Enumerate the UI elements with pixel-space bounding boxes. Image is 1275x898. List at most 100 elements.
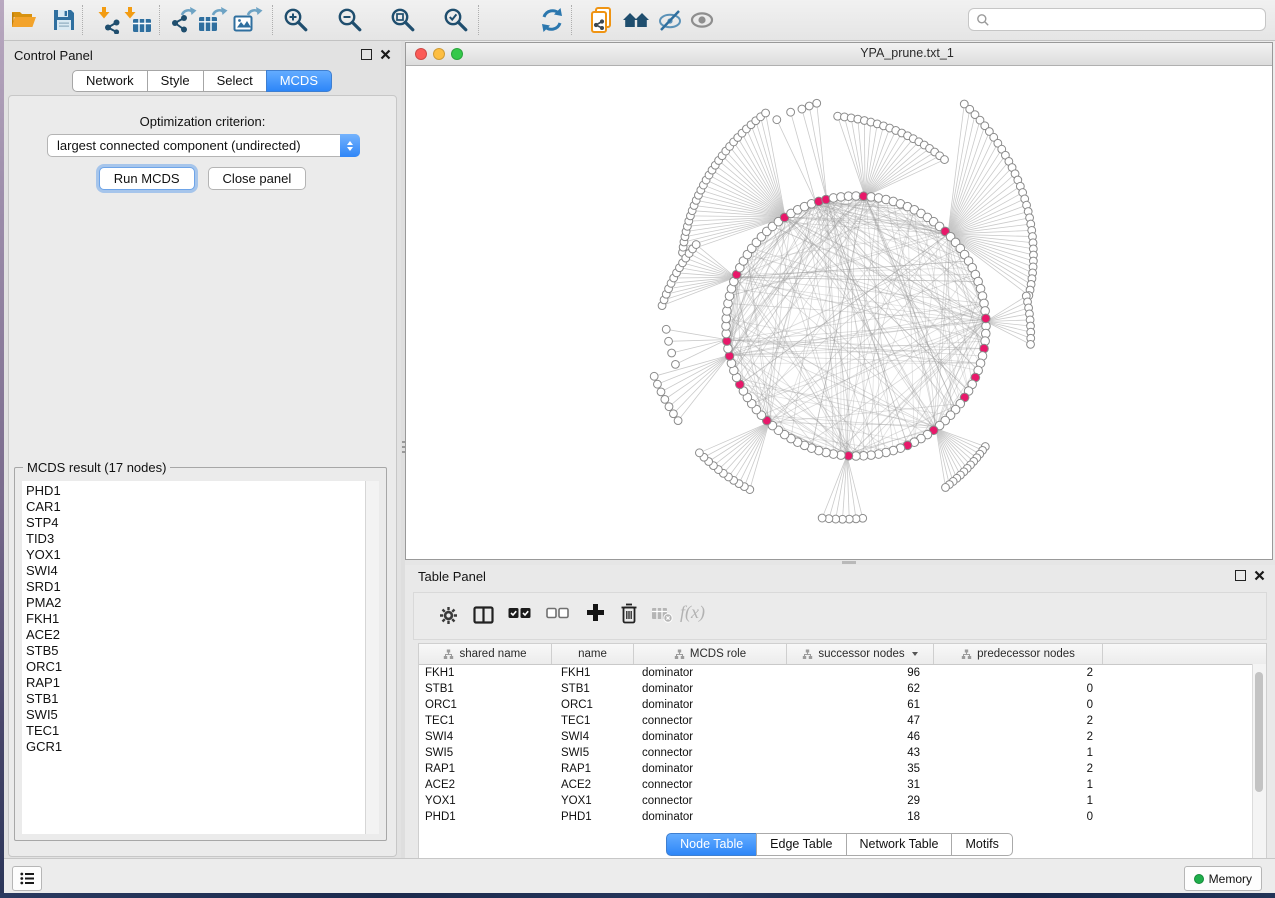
table-cell: 46 — [787, 731, 934, 743]
deselect-all-icon[interactable] — [546, 606, 569, 620]
table-cell: FKH1 — [552, 667, 634, 679]
column-header-name[interactable]: name — [552, 644, 634, 664]
table-scrollbar-thumb[interactable] — [1255, 672, 1263, 792]
result-node-item[interactable]: SRD1 — [22, 579, 379, 595]
table-row[interactable]: ORC1ORC1dominator610 — [419, 697, 1266, 713]
column-header-MCDS-role[interactable]: MCDS role — [634, 644, 787, 664]
result-node-item[interactable]: GCR1 — [22, 739, 379, 755]
table-cell: SWI4 — [552, 731, 634, 743]
control-panel-tabs: NetworkStyleSelectMCDS — [4, 70, 401, 92]
table-row[interactable]: STB1STB1dominator620 — [419, 681, 1266, 697]
result-node-item[interactable]: RAP1 — [22, 675, 379, 691]
close-panel-button[interactable]: Close panel — [208, 167, 307, 190]
table-cell: connector — [634, 795, 787, 807]
result-node-item[interactable]: ORC1 — [22, 659, 379, 675]
zoom-out-icon[interactable] — [336, 6, 364, 34]
node-table-header: shared namenameMCDS rolesuccessor nodes p… — [419, 644, 1266, 665]
table-cell: PHD1 — [552, 811, 634, 823]
zoom-selected-icon[interactable] — [442, 6, 470, 34]
result-node-item[interactable]: FKH1 — [22, 611, 379, 627]
column-header-shared-name[interactable]: shared name — [419, 644, 552, 664]
toolbar-separator — [571, 5, 572, 35]
share-document-icon[interactable] — [588, 6, 616, 34]
table-tab-edge-table[interactable]: Edge Table — [756, 833, 846, 856]
table-tab-motifs[interactable]: Motifs — [951, 833, 1012, 856]
home-icon[interactable] — [622, 6, 650, 34]
close-panel-icon[interactable] — [1254, 570, 1265, 581]
result-node-item[interactable]: TID3 — [22, 531, 379, 547]
table-row[interactable]: PHD1PHD1dominator180 — [419, 809, 1266, 825]
result-node-item[interactable]: PHD1 — [22, 483, 379, 499]
console-button[interactable] — [12, 866, 42, 891]
table-row[interactable]: TEC1TEC1connector472 — [419, 713, 1266, 729]
table-toolbar: f(x) — [413, 592, 1267, 640]
result-node-item[interactable]: STB1 — [22, 691, 379, 707]
result-node-item[interactable]: YOX1 — [22, 547, 379, 563]
control-tab-network[interactable]: Network — [72, 70, 148, 92]
result-node-item[interactable]: PMA2 — [22, 595, 379, 611]
sort-arrow-icon — [912, 652, 918, 656]
table-row[interactable]: FKH1FKH1dominator962 — [419, 665, 1266, 681]
table-cell: SWI5 — [419, 747, 552, 759]
table-cell: dominator — [634, 763, 787, 775]
column-label: predecessor nodes — [977, 648, 1075, 660]
memory-button[interactable]: Memory — [1184, 866, 1262, 891]
open-session-icon[interactable] — [10, 6, 38, 34]
result-node-item[interactable]: ACE2 — [22, 627, 379, 643]
memory-label: Memory — [1209, 872, 1252, 886]
result-node-item[interactable]: STP4 — [22, 515, 379, 531]
control-tab-select[interactable]: Select — [203, 70, 267, 92]
export-image-icon[interactable] — [232, 6, 264, 34]
result-node-item[interactable]: STB5 — [22, 643, 379, 659]
hide-graphics-details-icon[interactable] — [656, 6, 684, 34]
table-row[interactable]: SWI4SWI4dominator462 — [419, 729, 1266, 745]
criterion-dropdown[interactable]: largest connected component (undirected) — [47, 134, 360, 157]
zoom-in-icon[interactable] — [282, 6, 310, 34]
show-columns-icon[interactable] — [473, 606, 494, 624]
run-mcds-button[interactable]: Run MCDS — [99, 167, 195, 190]
result-node-item[interactable]: SWI5 — [22, 707, 379, 723]
refresh-icon[interactable] — [538, 6, 566, 34]
mcds-result-list[interactable]: PHD1CAR1STP4TID3YOX1SWI4SRD1PMA2FKH1ACE2… — [22, 481, 379, 834]
result-node-item[interactable]: TEC1 — [22, 723, 379, 739]
table-row[interactable]: YOX1YOX1connector291 — [419, 793, 1266, 809]
result-node-item[interactable]: SWI4 — [22, 563, 379, 579]
delete-column-icon[interactable] — [620, 603, 638, 624]
export-table-icon[interactable] — [197, 6, 229, 34]
search-input[interactable] — [990, 12, 1258, 28]
float-panel-icon[interactable] — [1235, 570, 1246, 581]
table-row[interactable]: RAP1RAP1dominator352 — [419, 761, 1266, 777]
network-view-window: YPA_prune.txt_1 — [405, 42, 1273, 560]
save-session-icon[interactable] — [50, 6, 78, 34]
table-cell: 47 — [787, 715, 934, 727]
mcds-result-title: MCDS result (17 nodes) — [23, 460, 170, 475]
close-panel-icon[interactable] — [380, 49, 391, 60]
search-box[interactable] — [968, 8, 1266, 31]
table-cell: 1 — [934, 747, 1103, 759]
float-panel-icon[interactable] — [361, 49, 372, 60]
select-all-icon[interactable] — [508, 606, 531, 620]
column-tree-icon — [961, 649, 972, 660]
column-tree-icon — [674, 649, 685, 660]
column-header-predecessor-nodes[interactable]: predecessor nodes — [934, 644, 1103, 664]
show-graphics-details-icon[interactable] — [688, 6, 716, 34]
network-canvas[interactable] — [406, 65, 1272, 559]
zoom-fit-icon[interactable] — [389, 6, 417, 34]
network-window-titlebar[interactable]: YPA_prune.txt_1 — [406, 43, 1272, 66]
result-list-scrollbar[interactable] — [365, 481, 379, 834]
table-tab-network-table[interactable]: Network Table — [846, 833, 953, 856]
export-network-icon[interactable] — [169, 6, 197, 34]
column-header-successor-nodes[interactable]: successor nodes — [787, 644, 934, 664]
table-row[interactable]: SWI5SWI5connector431 — [419, 745, 1266, 761]
table-row[interactable]: ACE2ACE2connector311 — [419, 777, 1266, 793]
control-tab-style[interactable]: Style — [147, 70, 204, 92]
table-tab-node-table[interactable]: Node Table — [666, 833, 757, 856]
result-node-item[interactable]: CAR1 — [22, 499, 379, 515]
import-table-icon[interactable] — [122, 6, 154, 34]
network-window-title: YPA_prune.txt_1 — [406, 46, 1272, 60]
control-tab-mcds[interactable]: MCDS — [266, 70, 332, 92]
add-column-icon[interactable] — [586, 603, 605, 622]
import-network-icon[interactable] — [96, 6, 124, 34]
table-settings-gear-icon[interactable] — [439, 606, 458, 625]
table-cell: STB1 — [552, 683, 634, 695]
